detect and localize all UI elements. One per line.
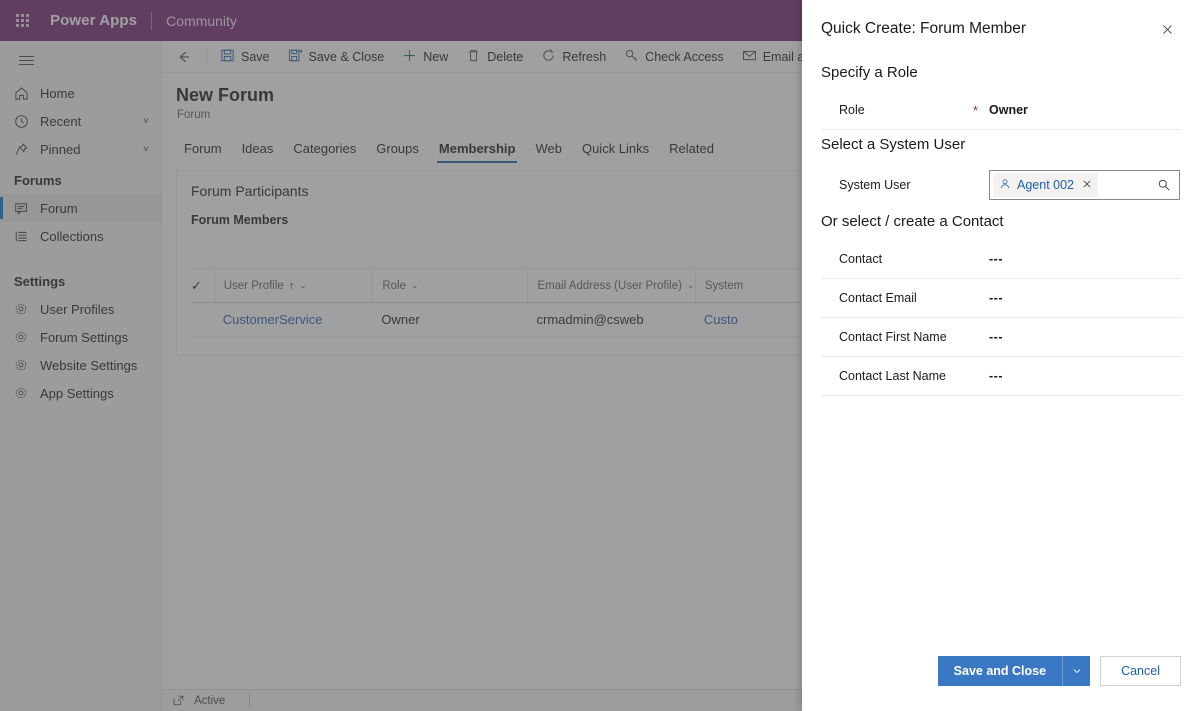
field-label-contact: Contact <box>839 252 883 266</box>
field-row-contact-last-name[interactable]: Contact Last Name --- <box>821 357 1182 396</box>
field-label-contact-last-name: Contact Last Name <box>839 369 946 383</box>
save-and-close-button[interactable]: Save and Close <box>937 656 1063 686</box>
field-value-role[interactable]: Owner <box>989 103 1028 117</box>
section-header-contact: Or select / create a Contact <box>821 213 1004 230</box>
modal-overlay[interactable] <box>0 0 802 711</box>
save-and-close-split-button: Save and Close <box>937 656 1091 686</box>
field-row-contact-email[interactable]: Contact Email --- <box>821 279 1182 318</box>
person-icon <box>999 178 1011 193</box>
panel-header: Quick Create: Forum Member <box>802 0 1200 58</box>
field-value-contact-email[interactable]: --- <box>989 291 1003 305</box>
chevron-down-icon[interactable] <box>1062 656 1091 686</box>
field-label-role: Role <box>839 103 865 117</box>
section-header-role: Specify a Role <box>821 64 918 81</box>
search-icon[interactable] <box>1151 178 1177 192</box>
panel-footer: Save and Close Cancel <box>802 647 1200 711</box>
cancel-button[interactable]: Cancel <box>1100 656 1181 686</box>
field-label-contact-email: Contact Email <box>839 291 917 305</box>
lookup-pill-label: Agent 002 <box>1017 178 1074 192</box>
section-header-system-user: Select a System User <box>821 136 966 153</box>
clear-icon[interactable] <box>1080 178 1092 192</box>
quick-create-panel: Quick Create: Forum Member Specify a Rol… <box>802 0 1200 711</box>
field-label-system-user: System User <box>839 178 911 192</box>
panel-body: Specify a Role Role * Owner Select a Sys… <box>802 58 1200 647</box>
close-icon[interactable] <box>1152 14 1182 44</box>
lookup-pill-agent-002[interactable]: Agent 002 <box>993 173 1098 197</box>
field-label-contact-first-name: Contact First Name <box>839 330 947 344</box>
field-row-role[interactable]: Role * Owner <box>821 91 1182 130</box>
required-indicator-icon: * <box>973 102 979 118</box>
field-row-contact[interactable]: Contact --- <box>821 240 1182 279</box>
field-value-contact[interactable]: --- <box>989 252 1003 266</box>
field-value-contact-last-name[interactable]: --- <box>989 369 1003 383</box>
field-row-contact-first-name[interactable]: Contact First Name --- <box>821 318 1182 357</box>
app-root: Power Apps Community Home Recent ˅ <box>0 0 1200 711</box>
panel-title: Quick Create: Forum Member <box>821 20 1026 37</box>
field-row-system-user[interactable]: System User Agent 002 <box>821 163 1182 207</box>
system-user-lookup-input[interactable]: Agent 002 <box>989 170 1180 200</box>
field-value-contact-first-name[interactable]: --- <box>989 330 1003 344</box>
